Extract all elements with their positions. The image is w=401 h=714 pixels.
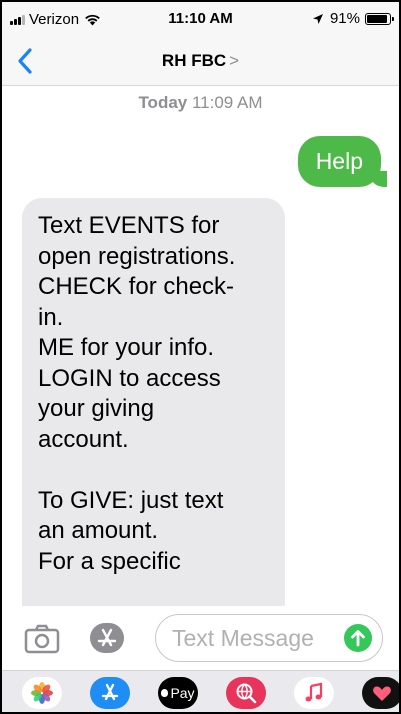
web-images-button[interactable] — [226, 677, 266, 709]
messages-screen: Verizon 11:10 AM 91% RH FBC > Today 11:0… — [0, 0, 401, 714]
photos-app-button[interactable] — [22, 677, 62, 709]
music-note-icon — [305, 682, 323, 702]
arrow-up-icon — [351, 630, 365, 647]
heart-touch-icon — [373, 686, 391, 701]
outgoing-message-bubble[interactable]: Help — [297, 136, 388, 187]
contact-title[interactable]: RH FBC > — [2, 51, 399, 71]
camera-icon[interactable] — [24, 620, 60, 656]
app-store-icon — [101, 683, 119, 701]
apple-pay-label: Pay — [170, 685, 195, 701]
apple-pay-button[interactable]: Pay — [158, 677, 198, 709]
status-bar: Verizon 11:10 AM 91% — [2, 2, 399, 36]
app-store-icon — [97, 628, 117, 647]
chevron-right-icon: > — [229, 51, 240, 70]
message-timestamp: Today 11:09 AM — [2, 93, 399, 113]
status-right: 91% — [312, 10, 394, 27]
battery-percent: 91% — [329, 10, 360, 27]
apple-logo-icon — [161, 689, 169, 697]
app-drawer: Pay — [2, 670, 399, 712]
contact-name: RH FBC — [161, 51, 227, 70]
message-thread[interactable]: Today 11:09 AM Help Text EVENTS for open… — [2, 86, 399, 606]
navigation-bar: RH FBC > — [2, 36, 399, 86]
message-field[interactable] — [155, 614, 383, 662]
timestamp-day: Today — [138, 93, 188, 112]
digital-touch-button[interactable] — [362, 677, 399, 709]
app-store-drawer-button[interactable] — [90, 677, 130, 709]
compose-bar — [2, 606, 399, 670]
message-input[interactable] — [172, 624, 332, 652]
globe-search-icon — [236, 683, 257, 704]
battery-icon — [365, 12, 394, 25]
location-arrow-icon — [312, 13, 323, 24]
timestamp-time: 11:09 AM — [191, 93, 263, 112]
music-app-button[interactable] — [294, 677, 334, 709]
send-button[interactable] — [344, 624, 372, 652]
photos-icon — [31, 682, 53, 704]
incoming-message-bubble[interactable]: Text EVENTS for open registrations. CHEC… — [22, 198, 285, 606]
app-store-button[interactable] — [90, 623, 124, 653]
